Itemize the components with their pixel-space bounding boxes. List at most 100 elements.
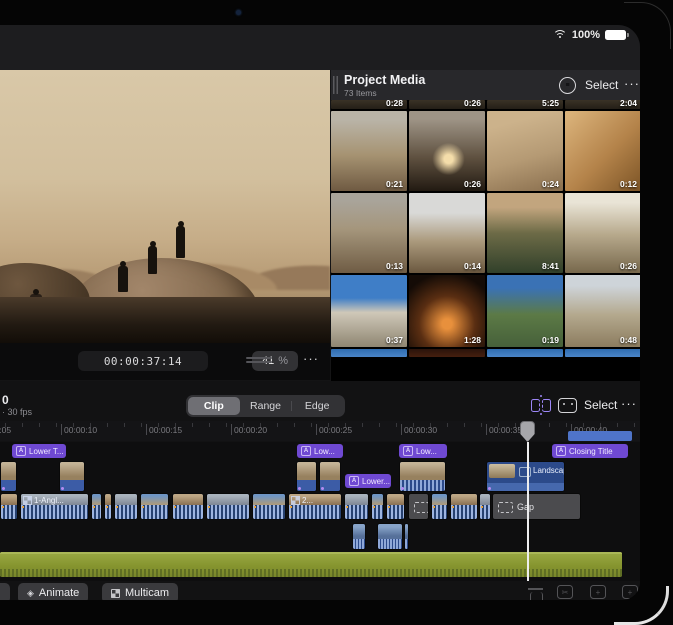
clip-waveform	[480, 505, 490, 519]
storyline-clip[interactable]	[431, 493, 448, 520]
connected-clip[interactable]	[0, 461, 17, 492]
tab-edge[interactable]: Edge	[291, 397, 343, 415]
storyline-clip[interactable]	[344, 493, 369, 520]
clip-duration: 2:04	[619, 100, 637, 108]
storyline-clip[interactable]	[371, 493, 384, 520]
filter-icon: ≡	[559, 77, 576, 94]
media-thumbnail[interactable]	[409, 349, 485, 357]
media-thumbnail[interactable]: 0:48	[565, 275, 640, 347]
media-row: 0:28 0:26 5:25 2:04	[331, 100, 640, 109]
storyline-clip[interactable]	[114, 493, 138, 520]
connected-bar-clip[interactable]	[568, 431, 632, 441]
media-row: 0:13 0:14 8:41 0:26	[331, 193, 640, 273]
clip-waveform	[345, 505, 368, 519]
viewer-more-button[interactable]: ···	[303, 351, 319, 366]
connected-clip[interactable]	[399, 461, 446, 492]
clip-waveform	[60, 480, 84, 491]
timecode-display[interactable]: 00:00:37:14	[78, 351, 208, 371]
clip-waveform	[253, 505, 285, 519]
storyline-clip[interactable]	[450, 493, 478, 520]
ruler-minor-tick	[634, 423, 635, 427]
media-thumbnail[interactable]: 0:24	[487, 111, 563, 191]
ruler-minor-tick	[396, 423, 397, 427]
placeholder-icon	[498, 502, 513, 513]
media-thumbnail[interactable]: 0:14	[409, 193, 485, 273]
media-thumbnail[interactable]: 5:25	[487, 100, 563, 109]
media-thumbnail[interactable]: 0:21	[331, 111, 407, 191]
delete-clip-button[interactable]	[528, 585, 544, 600]
connected-clip[interactable]: Landscap...	[486, 461, 565, 492]
clip-waveform	[372, 505, 383, 519]
filter-button[interactable]: ≡	[559, 77, 576, 94]
media-thumbnail[interactable]: 0:12	[565, 111, 640, 191]
media-thumbnail[interactable]: 0:19	[487, 275, 563, 347]
title-clip[interactable]: A Lower...	[345, 474, 391, 488]
music-audio-clip[interactable]	[0, 552, 622, 577]
title-clip[interactable]: A Closing Title	[552, 444, 628, 458]
storyline-clip[interactable]	[91, 493, 102, 520]
storyline-clip[interactable]	[252, 493, 286, 520]
tab-clip[interactable]: Clip	[188, 397, 240, 415]
media-thumbnail[interactable]: 0:26	[409, 100, 485, 109]
blade-button[interactable]: ✂	[557, 585, 573, 600]
timeline-more-button[interactable]: ···	[621, 396, 637, 411]
storyline-clip[interactable]	[140, 493, 169, 520]
connected-clip-below[interactable]	[352, 523, 366, 550]
connected-clip-below[interactable]	[404, 523, 409, 550]
media-select-button[interactable]: Select	[585, 78, 618, 92]
trim-tool-button[interactable]	[531, 395, 551, 415]
storyline-clip[interactable]: 2...	[288, 493, 342, 520]
connected-clip[interactable]	[319, 461, 341, 492]
storyline-clip[interactable]	[479, 493, 491, 520]
animate-button[interactable]: ◈ Animate	[18, 583, 89, 600]
media-thumbnail[interactable]: 0:28	[331, 100, 407, 109]
media-thumbnail[interactable]: 8:41	[487, 193, 563, 273]
timeline-select-button[interactable]: Select	[584, 398, 617, 412]
overwrite-button[interactable]: +	[590, 585, 606, 600]
storyline-clip[interactable]: 1-Angl...	[20, 493, 89, 520]
media-thumbnail[interactable]: 0:26	[409, 111, 485, 191]
storyline-clip[interactable]	[408, 493, 429, 520]
ruler-minor-tick	[56, 423, 57, 427]
title-clip[interactable]: A Low...	[297, 444, 343, 458]
media-thumbnail[interactable]: 1:28	[409, 275, 485, 347]
connected-clip-below[interactable]	[377, 523, 403, 550]
title-clip[interactable]: A Lower T...	[12, 444, 66, 458]
ruler-label: 00:00:10	[64, 425, 98, 435]
ruler-minor-tick	[294, 423, 295, 427]
trash-icon	[528, 588, 543, 600]
tab-range[interactable]: Range	[240, 397, 292, 415]
storyline-clip[interactable]	[104, 493, 112, 520]
multicam-button[interactable]: Multicam	[102, 583, 179, 600]
media-row: 0:37 1:28 0:19 0:48	[331, 275, 640, 347]
media-panel-title: Project Media	[344, 73, 426, 87]
ruler-minor-tick	[124, 423, 125, 427]
storyline-clip[interactable]	[172, 493, 204, 520]
connected-clip[interactable]	[296, 461, 317, 492]
media-thumbnail[interactable]	[565, 349, 640, 357]
ruler-minor-tick	[141, 423, 142, 427]
media-thumbnail[interactable]: 0:26	[565, 193, 640, 273]
clip-waveform	[173, 505, 203, 519]
media-thumbnail[interactable]: 0:13	[331, 193, 407, 273]
storyline-clip[interactable]	[0, 493, 18, 520]
ruler-label: 00:00:35	[489, 425, 523, 435]
media-more-button[interactable]: ···	[624, 76, 640, 91]
storyline-clip[interactable]	[206, 493, 250, 520]
media-thumbnail[interactable]: 0:37	[331, 275, 407, 347]
media-thumbnail[interactable]	[487, 349, 563, 357]
connected-clip[interactable]	[59, 461, 85, 492]
clip-waveform	[141, 505, 168, 519]
media-thumbnail[interactable]	[331, 349, 407, 357]
storyline-clip[interactable]	[386, 493, 405, 520]
viewer-preview[interactable]: 00:00:37:14 41 % ···	[0, 70, 330, 380]
storyline-clip[interactable]: Gap	[492, 493, 581, 520]
project-framerate: · 30 fps	[2, 407, 33, 417]
clipped-footer-button[interactable]	[0, 583, 10, 600]
timeline-ruler[interactable]: 00:00:05 00:00:10 00:00:15 00:00:20 00:00:25…	[0, 421, 640, 441]
clip-browser-button[interactable]	[558, 398, 577, 413]
title-clip[interactable]: A Low...	[399, 444, 447, 458]
panel-grip-icon[interactable]	[333, 76, 339, 94]
pane-resize-handle[interactable]	[246, 357, 272, 364]
media-thumbnail[interactable]: 2:04	[565, 100, 640, 109]
